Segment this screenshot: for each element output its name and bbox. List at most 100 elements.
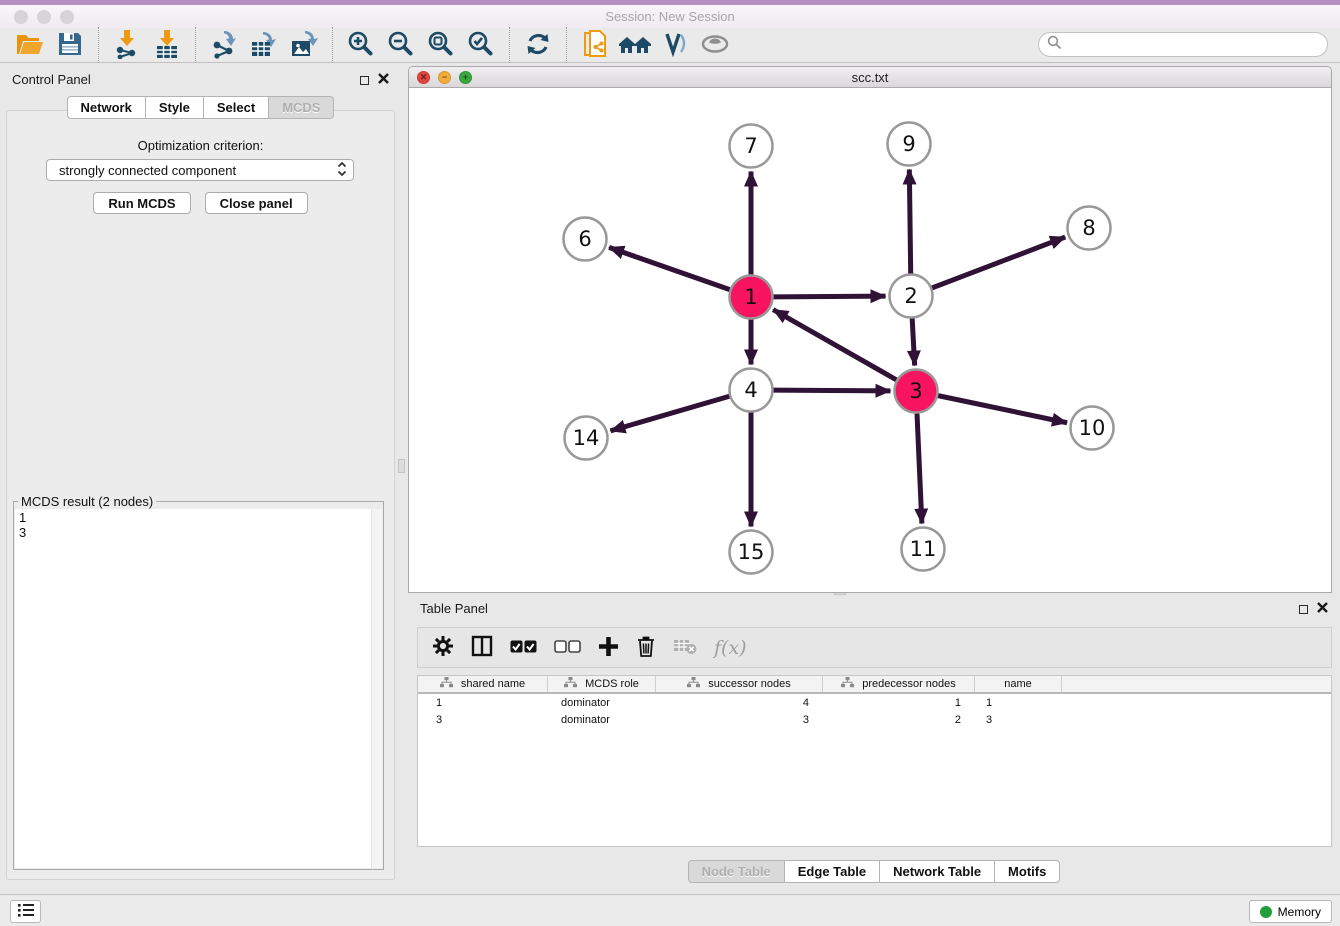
mcds-result-text[interactable]: 1 3 [15,509,382,868]
table-cell[interactable]: 1 [975,697,1062,709]
show-columns-button[interactable] [471,635,493,660]
node-10[interactable]: 10 [1071,407,1114,450]
table-toolbar: f(x) [417,627,1332,668]
edge-2-9[interactable] [909,169,910,273]
table-cell[interactable]: dominator [548,697,656,709]
tab-mcds[interactable]: MCDS [268,96,334,119]
edge-4-3[interactable] [773,390,890,391]
main-toolbar [0,28,1340,63]
toolbar-separator [566,27,567,63]
zoom-selected-button[interactable] [461,29,501,62]
table-tab-network-table[interactable]: Network Table [879,860,995,883]
memory-button[interactable]: Memory [1249,900,1332,923]
node-8[interactable]: 8 [1068,207,1111,250]
table-tab-edge-table[interactable]: Edge Table [784,860,880,883]
mcds-result-scrollbar[interactable] [371,509,382,868]
table-row[interactable]: 3dominator323 [418,711,1331,728]
node-9[interactable]: 9 [888,123,931,166]
table-cell[interactable]: 2 [823,714,975,726]
export-image-button[interactable] [284,29,324,62]
delete-table-button[interactable] [673,638,697,658]
column-header-shared-name[interactable]: shared name [418,676,548,692]
node-15[interactable]: 15 [730,531,773,574]
column-header-predecessor-nodes[interactable]: predecessor nodes [823,676,975,692]
duplicate-network-button[interactable] [575,29,615,62]
node-14[interactable]: 14 [565,417,608,460]
function-builder-button[interactable]: f(x) [714,637,747,659]
tab-style[interactable]: Style [145,96,204,119]
node-2[interactable]: 2 [890,275,933,318]
zoom-in-button[interactable] [341,29,381,62]
network-view-titlebar[interactable]: ✕ − + scc.txt [409,67,1331,88]
table-cell[interactable]: dominator [548,714,656,726]
column-header-successor-nodes[interactable]: successor nodes [656,676,823,692]
float-panel-icon[interactable] [1299,605,1308,614]
column-header-MCDS-role[interactable]: MCDS role [548,676,656,692]
export-network-button[interactable] [204,29,244,62]
tree-hierarchy-icon [687,677,700,691]
fit-content-button[interactable] [421,29,461,62]
edge-1-2[interactable] [773,296,885,297]
show-hide-panels-button[interactable] [695,29,735,62]
table-cell[interactable]: 3 [656,714,823,726]
tree-hierarchy-icon [564,677,577,691]
open-session-button[interactable] [10,29,50,62]
export-table-button[interactable] [244,29,284,62]
table-cell[interactable]: 1 [823,697,975,709]
toolbar-separator [195,27,196,63]
node-3[interactable]: 3 [895,370,938,413]
deselect-all-button[interactable] [554,640,581,656]
edge-3-10[interactable] [938,396,1067,423]
edge-3-11[interactable] [917,413,922,523]
table-settings-button[interactable] [432,635,454,660]
table-cell[interactable]: 3 [418,714,548,726]
select-all-button[interactable] [510,640,537,656]
table-tab-node-table[interactable]: Node Table [688,860,785,883]
float-panel-icon[interactable] [360,76,369,85]
zoom-out-icon [387,30,415,61]
toolbar-separator [509,27,510,63]
node-1[interactable]: 1 [730,276,773,319]
edge-1-6[interactable] [609,247,730,289]
edge-4-14[interactable] [610,396,729,431]
add-row-button[interactable] [598,636,619,660]
table-cell[interactable]: 3 [975,714,1062,726]
close-panel-icon[interactable] [1317,600,1328,618]
task-history-button[interactable] [10,900,41,923]
node-table[interactable]: shared nameMCDS rolesuccessor nodesprede… [417,675,1332,847]
edge-3-1[interactable] [773,310,896,380]
table-row[interactable]: 1dominator411 [418,694,1331,711]
table-cell[interactable]: 1 [418,697,548,709]
import-network-button[interactable] [107,29,147,62]
control-panel-tabs: NetworkStyleSelectMCDS [0,96,401,119]
close-panel-button[interactable]: Close panel [205,192,308,214]
network-graph[interactable]: 7 9 6 8 1 2 4 3 14 10 15 11 [409,88,1331,592]
table-cell[interactable]: 4 [656,697,823,709]
table-tab-motifs[interactable]: Motifs [994,860,1060,883]
node-6[interactable]: 6 [564,218,607,261]
zoom-out-button[interactable] [381,29,421,62]
node-11[interactable]: 11 [902,528,945,571]
search-input[interactable] [1062,35,1327,55]
save-session-button[interactable] [50,29,90,62]
optimization-criterion-select[interactable]: strongly connected component [46,159,354,181]
search-icon [1047,35,1062,55]
import-table-button[interactable] [147,29,187,62]
vertical-splitter-handle[interactable] [398,459,405,473]
home-button[interactable] [615,29,655,62]
edge-2-3[interactable] [912,318,914,365]
refresh-button[interactable] [518,29,558,62]
node-7[interactable]: 7 [730,125,773,168]
apply-style-button[interactable] [655,29,695,62]
network-canvas[interactable]: 7 9 6 8 1 2 4 3 14 10 15 11 [409,88,1331,592]
tab-network[interactable]: Network [67,96,146,119]
node-4[interactable]: 4 [730,369,773,412]
search-field[interactable] [1038,32,1328,57]
delete-row-button[interactable] [636,635,656,661]
run-mcds-button[interactable]: Run MCDS [93,192,190,214]
column-header-name[interactable]: name [975,676,1062,692]
close-panel-icon[interactable] [378,71,389,89]
svg-text:10: 10 [1079,416,1106,440]
edge-2-8[interactable] [932,237,1065,288]
tab-select[interactable]: Select [203,96,269,119]
